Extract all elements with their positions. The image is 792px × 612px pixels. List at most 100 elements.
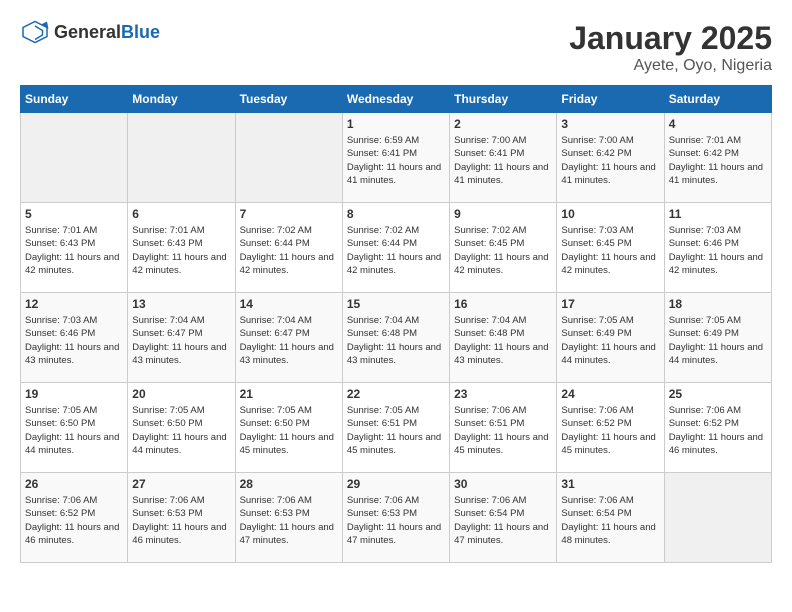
day-number: 7 (240, 207, 338, 221)
day-number: 16 (454, 297, 552, 311)
logo: General Blue (20, 20, 160, 44)
calendar-cell: 13 Sunrise: 7:04 AMSunset: 6:47 PMDayligh… (128, 293, 235, 383)
calendar-table: SundayMondayTuesdayWednesdayThursdayFrid… (20, 85, 772, 563)
calendar-cell: 27 Sunrise: 7:06 AMSunset: 6:53 PMDayligh… (128, 473, 235, 563)
calendar-cell: 21Sunrise: 7:05 AMSunset: 6:50 PMDayligh… (235, 383, 342, 473)
weekday-header-row: SundayMondayTuesdayWednesdayThursdayFrid… (21, 86, 772, 113)
day-info: Sunrise: 7:03 AMSunset: 6:46 PMDaylight:… (669, 224, 767, 277)
logo-blue: Blue (121, 22, 160, 43)
calendar-cell: 7Sunrise: 7:02 AMSunset: 6:44 PMDaylight… (235, 203, 342, 293)
day-info: Sunrise: 7:05 AMSunset: 6:50 PMDaylight:… (25, 404, 123, 457)
calendar-cell: 12Sunrise: 7:03 AMSunset: 6:46 PMDayligh… (21, 293, 128, 383)
day-info: Sunrise: 7:06 AMSunset: 6:52 PMDaylight:… (561, 404, 659, 457)
day-info: Sunrise: 7:01 AMSunset: 6:43 PMDaylight:… (132, 224, 230, 277)
month-year-title: January 2025 (569, 20, 772, 57)
day-info: Sunrise: 7:03 AMSunset: 6:45 PMDaylight:… (561, 224, 659, 277)
weekday-header-friday: Friday (557, 86, 664, 113)
day-number: 20 (132, 387, 230, 401)
day-info: Sunrise: 7:06 AMSunset: 6:53 PMDaylight:… (240, 494, 338, 547)
calendar-cell: 9 Sunrise: 7:02 AMSunset: 6:45 PMDaylight… (450, 203, 557, 293)
day-number: 26 (25, 477, 123, 491)
calendar-cell: 30Sunrise: 7:06 AMSunset: 6:54 PMDayligh… (450, 473, 557, 563)
day-number: 11 (669, 207, 767, 221)
calendar-cell: 19 Sunrise: 7:05 AMSunset: 6:50 PMDayligh… (21, 383, 128, 473)
day-info: Sunrise: 7:05 AMSunset: 6:49 PMDaylight:… (561, 314, 659, 367)
day-number: 12 (25, 297, 123, 311)
calendar-cell: 11 Sunrise: 7:03 AMSunset: 6:46 PMDayligh… (664, 203, 771, 293)
day-number: 1 (347, 117, 445, 131)
weekday-header-monday: Monday (128, 86, 235, 113)
day-number: 27 (132, 477, 230, 491)
day-info: Sunrise: 7:04 AMSunset: 6:47 PMDaylight:… (132, 314, 230, 367)
day-number: 14 (240, 297, 338, 311)
calendar-week-row: 26 Sunrise: 7:06 AMSunset: 6:52 PMDayligh… (21, 473, 772, 563)
logo-text: General Blue (54, 22, 160, 43)
calendar-cell: 29 Sunrise: 7:06 AMSunset: 6:53 PMDayligh… (342, 473, 449, 563)
calendar-cell: 23 Sunrise: 7:06 AMSunset: 6:51 PMDayligh… (450, 383, 557, 473)
calendar-cell: 10 Sunrise: 7:03 AMSunset: 6:45 PMDayligh… (557, 203, 664, 293)
day-info: Sunrise: 7:04 AMSunset: 6:48 PMDaylight:… (454, 314, 552, 367)
day-number: 31 (561, 477, 659, 491)
day-number: 2 (454, 117, 552, 131)
calendar-cell: 18Sunrise: 7:05 AMSunset: 6:49 PMDayligh… (664, 293, 771, 383)
day-info: Sunrise: 7:06 AMSunset: 6:53 PMDaylight:… (347, 494, 445, 547)
weekday-header-saturday: Saturday (664, 86, 771, 113)
calendar-cell: 14 Sunrise: 7:04 AMSunset: 6:47 PMDayligh… (235, 293, 342, 383)
calendar-cell: 5 Sunrise: 7:01 AMSunset: 6:43 PMDaylight… (21, 203, 128, 293)
day-info: Sunrise: 7:02 AMSunset: 6:44 PMDaylight:… (347, 224, 445, 277)
calendar-cell: 3Sunrise: 7:00 AMSunset: 6:42 PMDaylight… (557, 113, 664, 203)
day-info: Sunrise: 7:01 AMSunset: 6:43 PMDaylight:… (25, 224, 123, 277)
day-info: Sunrise: 7:06 AMSunset: 6:54 PMDaylight:… (454, 494, 552, 547)
calendar-cell: 26 Sunrise: 7:06 AMSunset: 6:52 PMDayligh… (21, 473, 128, 563)
day-info: Sunrise: 7:00 AMSunset: 6:42 PMDaylight:… (561, 134, 659, 187)
day-info: Sunrise: 7:05 AMSunset: 6:50 PMDaylight:… (132, 404, 230, 457)
day-info: Sunrise: 7:06 AMSunset: 6:52 PMDaylight:… (669, 404, 767, 457)
day-number: 25 (669, 387, 767, 401)
title-block: January 2025 Ayete, Oyo, Nigeria (569, 20, 772, 75)
calendar-cell: 24 Sunrise: 7:06 AMSunset: 6:52 PMDayligh… (557, 383, 664, 473)
logo-icon (20, 20, 50, 44)
day-number: 29 (347, 477, 445, 491)
day-info: Sunrise: 7:05 AMSunset: 6:51 PMDaylight:… (347, 404, 445, 457)
day-info: Sunrise: 7:06 AMSunset: 6:54 PMDaylight:… (561, 494, 659, 547)
day-number: 6 (132, 207, 230, 221)
calendar-cell: 25 Sunrise: 7:06 AMSunset: 6:52 PMDayligh… (664, 383, 771, 473)
day-number: 17 (561, 297, 659, 311)
day-info: Sunrise: 7:04 AMSunset: 6:48 PMDaylight:… (347, 314, 445, 367)
calendar-cell: 28 Sunrise: 7:06 AMSunset: 6:53 PMDayligh… (235, 473, 342, 563)
day-info: Sunrise: 7:00 AMSunset: 6:41 PMDaylight:… (454, 134, 552, 187)
calendar-cell: 17 Sunrise: 7:05 AMSunset: 6:49 PMDayligh… (557, 293, 664, 383)
day-number: 19 (25, 387, 123, 401)
calendar-cell (235, 113, 342, 203)
calendar-week-row: 5 Sunrise: 7:01 AMSunset: 6:43 PMDaylight… (21, 203, 772, 293)
calendar-cell: 6 Sunrise: 7:01 AMSunset: 6:43 PMDaylight… (128, 203, 235, 293)
day-number: 18 (669, 297, 767, 311)
day-number: 5 (25, 207, 123, 221)
calendar-cell (664, 473, 771, 563)
day-info: Sunrise: 7:06 AMSunset: 6:53 PMDaylight:… (132, 494, 230, 547)
day-number: 8 (347, 207, 445, 221)
day-number: 22 (347, 387, 445, 401)
day-info: Sunrise: 7:06 AMSunset: 6:52 PMDaylight:… (25, 494, 123, 547)
day-number: 9 (454, 207, 552, 221)
weekday-header-wednesday: Wednesday (342, 86, 449, 113)
calendar-cell: 15 Sunrise: 7:04 AMSunset: 6:48 PMDayligh… (342, 293, 449, 383)
day-number: 23 (454, 387, 552, 401)
day-info: Sunrise: 7:02 AMSunset: 6:45 PMDaylight:… (454, 224, 552, 277)
calendar-cell: 4Sunrise: 7:01 AMSunset: 6:42 PMDaylight… (664, 113, 771, 203)
page-header: General Blue January 2025 Ayete, Oyo, Ni… (20, 20, 772, 75)
day-number: 15 (347, 297, 445, 311)
day-number: 21 (240, 387, 338, 401)
day-number: 10 (561, 207, 659, 221)
calendar-cell: 20 Sunrise: 7:05 AMSunset: 6:50 PMDayligh… (128, 383, 235, 473)
day-number: 24 (561, 387, 659, 401)
day-number: 13 (132, 297, 230, 311)
day-number: 28 (240, 477, 338, 491)
day-info: Sunrise: 7:01 AMSunset: 6:42 PMDaylight:… (669, 134, 767, 187)
day-info: Sunrise: 7:06 AMSunset: 6:51 PMDaylight:… (454, 404, 552, 457)
calendar-cell (128, 113, 235, 203)
calendar-cell (21, 113, 128, 203)
calendar-cell: 2 Sunrise: 7:00 AMSunset: 6:41 PMDaylight… (450, 113, 557, 203)
day-info: Sunrise: 7:04 AMSunset: 6:47 PMDaylight:… (240, 314, 338, 367)
weekday-header-tuesday: Tuesday (235, 86, 342, 113)
